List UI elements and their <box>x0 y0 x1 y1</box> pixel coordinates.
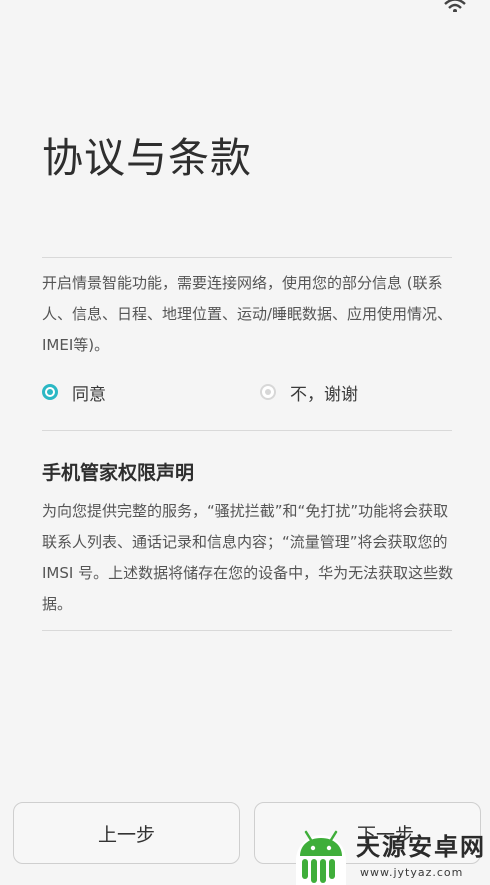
permission-notice-body: 为向您提供完整的服务，“骚扰拦截”和“免打扰”功能将会获取联系人列表、通话记录和… <box>42 502 454 613</box>
divider <box>42 430 452 431</box>
radio-decline-label: 不，谢谢 <box>290 384 358 405</box>
next-step-label: 下一步 <box>356 823 414 846</box>
divider <box>42 257 452 258</box>
page-title: 协议与条款 <box>42 134 252 182</box>
divider <box>42 630 452 631</box>
radio-agree[interactable]: 同意 <box>42 379 106 405</box>
radio-decline[interactable]: 不，谢谢 <box>260 379 358 405</box>
next-step-button[interactable]: 下一步 <box>254 802 481 864</box>
radio-agree-label: 同意 <box>72 384 106 405</box>
permission-notice-title: 手机管家权限声明 <box>42 462 195 484</box>
status-bar <box>0 0 490 14</box>
radio-checked-icon[interactable] <box>42 384 58 400</box>
watermark-url: www.jytyaz.com <box>360 866 464 879</box>
radio-unchecked-icon[interactable] <box>260 384 276 400</box>
previous-step-button[interactable]: 上一步 <box>13 802 240 864</box>
smart-scene-description: 开启情景智能功能，需要连接网络，使用您的部分信息 (联系人、信息、日程、地理位置… <box>42 274 453 354</box>
wifi-icon <box>444 0 466 12</box>
